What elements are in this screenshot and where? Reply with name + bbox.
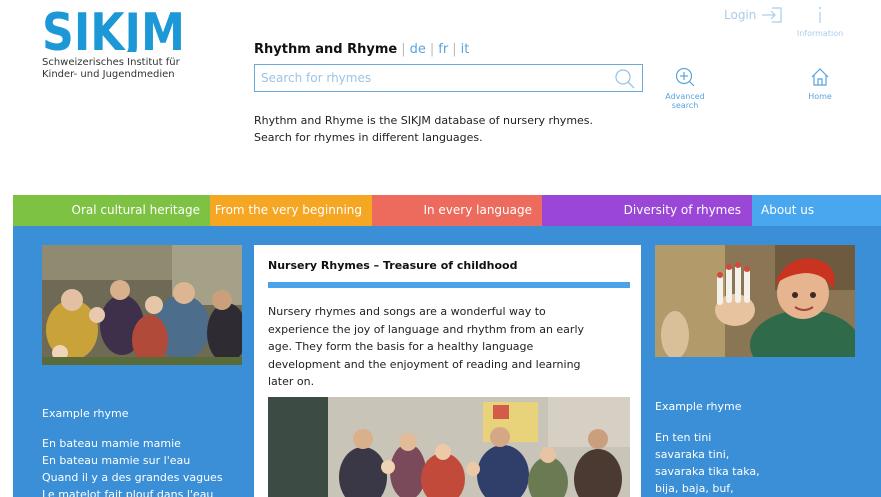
home-label: Home [808,92,832,101]
sikjm-logo-mark: SIKJM [42,6,185,52]
sikjm-logo[interactable]: SIKJM Schweizerisches Institut für Kinde… [42,6,192,81]
lang-fr-link[interactable]: fr [438,42,448,57]
nav-in-every-language[interactable]: In every language [372,195,542,226]
site-title: Rhythm and Rhyme [254,42,398,57]
nav-from-the-very-beginning[interactable]: From the very beginning [210,195,372,226]
information-label: Information [796,29,844,38]
left-rhyme-text: En bateau mamie mamie En bateau mamie su… [42,435,223,497]
rhyme-line: En ten tini [655,431,712,444]
card-text-line: Nursery rhymes and songs are a wonderful… [268,305,546,318]
left-example-rhyme-heading: Example rhyme [42,407,129,420]
site-title-row: Rhythm and Rhyme | de | fr | it [254,42,469,57]
separator: | [429,42,435,57]
svg-text:SIKJM: SIKJM [42,6,185,52]
advanced-search-label-2: search [671,101,699,110]
nav-about-us[interactable]: About us [752,195,881,226]
search-box [254,64,643,92]
information-button[interactable]: Information [790,6,850,38]
login-button[interactable]: Login [724,6,783,24]
classroom-photo [268,397,630,497]
zoom-plus-icon [675,67,695,87]
card-text: Nursery rhymes and songs are a wonderful… [268,303,608,391]
rhyme-line: savaraka tika taka, [655,465,760,478]
login-icon [762,7,782,23]
main-nav: Oral cultural heritage From the very beg… [13,195,881,226]
card-text-line: age. They form the basis for a healthy l… [268,340,534,353]
nav-oral-cultural-heritage[interactable]: Oral cultural heritage [13,195,210,226]
card-title: Nursery Rhymes – Treasure of childhood [268,259,518,272]
rhyme-line: En bateau mamie mamie [42,437,181,450]
intro-line1: Rhythm and Rhyme is the SIKJM database o… [254,114,594,127]
logo-subtitle-line1: Schweizerisches Institut für [42,57,180,68]
rhyme-line: Quand il y a des grandes vagues [42,471,223,484]
rhyme-line: En bateau mamie sur l'eau [42,454,191,467]
separator: | [401,42,406,57]
card-text-line: later on. [268,375,315,388]
intro-line2: Search for rhymes in different languages… [254,131,483,144]
rhyme-line: bija, baja, buf, [655,482,734,495]
feature-card: Nursery Rhymes – Treasure of childhood N… [254,245,641,497]
card-text-line: development and the enjoyment of reading… [268,357,581,371]
right-rhyme-text: En ten tini savaraka tini, savaraka tika… [655,429,760,497]
advanced-search-label-1: Advanced [665,92,705,101]
separator: | [452,42,457,57]
info-icon [819,7,821,23]
search-icon[interactable] [614,68,636,90]
card-accent-bar [268,282,630,288]
home-button[interactable]: Home [800,66,840,101]
children-group-photo [42,245,242,365]
rhyme-line: Le matelot fait plouf dans l'eau [42,488,214,497]
rhyme-line: savaraka tini, [655,448,730,461]
advanced-search-button[interactable]: Advanced search [660,66,710,110]
home-icon [811,68,829,86]
card-text-line: experience the joy of language and rhyth… [268,322,585,336]
login-label: Login [724,8,757,22]
nav-diversity-of-rhymes[interactable]: Diversity of rhymes [542,195,752,226]
right-example-rhyme-heading: Example rhyme [655,400,742,413]
intro-text: Rhythm and Rhyme is the SIKJM database o… [254,112,614,146]
finger-puppet-photo [655,245,855,357]
search-input[interactable] [255,65,610,91]
lang-de-link[interactable]: de [410,42,426,57]
logo-subtitle: Schweizerisches Institut für Kinder- und… [42,57,192,81]
logo-subtitle-line2: Kinder- und Jugendmedien [42,69,175,80]
lang-it-link[interactable]: it [461,42,470,57]
